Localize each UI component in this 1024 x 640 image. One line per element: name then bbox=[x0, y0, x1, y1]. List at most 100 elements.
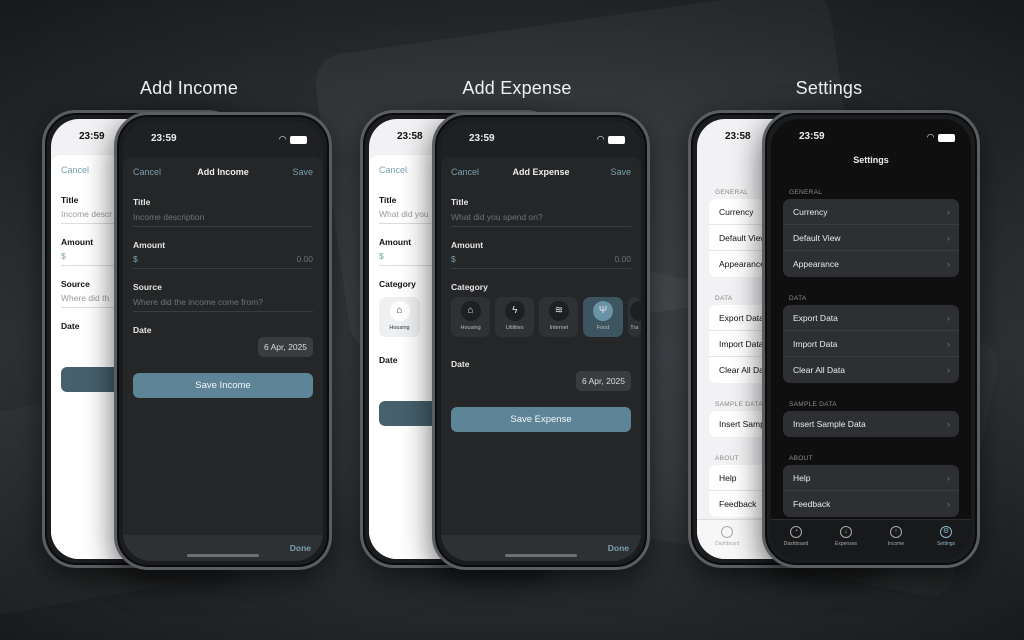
nav-title: Settings bbox=[853, 155, 889, 165]
tab-dashboard[interactable]: ◔ Dashboard bbox=[774, 526, 818, 559]
tab-bar: ◔ Dashboard ↓ Expenses ↑ Income ⚙ Settings bbox=[771, 519, 971, 559]
cancel-button[interactable]: Cancel bbox=[379, 165, 407, 175]
row-import-data[interactable]: Import Data › bbox=[783, 331, 959, 357]
section-title-settings: Settings bbox=[795, 78, 863, 98]
chevron-right-icon: › bbox=[947, 499, 950, 509]
settings-group-sample: Insert Sample Data › bbox=[783, 411, 959, 437]
category-label: Tra bbox=[630, 325, 639, 331]
wifi-icon: ◠ bbox=[927, 132, 934, 142]
category-label: Utilities bbox=[505, 325, 524, 331]
title-label: Title bbox=[451, 197, 469, 207]
status-time: 23:59 bbox=[151, 133, 177, 144]
settings-group-data: Export Data › Import Data › Clear All Data… bbox=[783, 305, 959, 383]
row-label: Export Data bbox=[793, 313, 838, 323]
save-nav-button[interactable]: Save bbox=[610, 167, 631, 177]
row-help[interactable]: Help › bbox=[783, 465, 959, 491]
save-income-button[interactable]: Save Income bbox=[133, 373, 313, 398]
source-label: Source bbox=[133, 282, 162, 292]
tab-label: Dashboard bbox=[783, 541, 809, 547]
tab-dashboard[interactable]: Dashboard bbox=[705, 526, 749, 559]
category-label: Category bbox=[379, 279, 416, 289]
section-title-income: Add Income bbox=[139, 78, 239, 98]
category-label-housing: Housing bbox=[389, 325, 410, 331]
chevron-right-icon: › bbox=[947, 233, 950, 243]
row-appearance[interactable]: Appearance › bbox=[783, 251, 959, 277]
car-icon bbox=[629, 301, 641, 321]
fork-knife-icon: Ψ bbox=[593, 301, 614, 321]
wifi-icon: ◠ bbox=[279, 134, 286, 144]
status-time: 23:58 bbox=[725, 131, 751, 142]
category-label: Food bbox=[596, 325, 610, 331]
title-label: Title bbox=[379, 195, 397, 205]
amount-input[interactable]: $ 0.00 bbox=[133, 254, 313, 269]
tab-settings[interactable]: ⚙ Settings bbox=[924, 526, 968, 559]
done-button[interactable]: Done bbox=[290, 543, 311, 553]
category-label: Category bbox=[451, 282, 488, 292]
settings-group-general: Currency › Default View › Appearance › bbox=[783, 199, 959, 277]
expense-front-phone: 23:59 ◠ Cancel Add Expense Save Title Wh… bbox=[432, 112, 650, 570]
row-label: Currency bbox=[793, 207, 828, 217]
row-label: Help bbox=[793, 473, 811, 483]
income-front-screen: 23:59 ◠ Cancel Add Income Save Title Inc… bbox=[123, 121, 323, 561]
category-transport[interactable]: Tra bbox=[627, 297, 641, 337]
row-label: Appearance bbox=[793, 259, 839, 269]
date-label: Date bbox=[133, 325, 152, 335]
category-list: ⌂ Housing ϟ Utilities ≋ Internet Ψ Food Tra bbox=[451, 297, 641, 337]
category-utilities[interactable]: ϟ Utilities bbox=[495, 297, 535, 337]
gear-icon: ⚙ bbox=[940, 526, 952, 538]
wifi-icon: ≋ bbox=[548, 301, 569, 321]
group-title-about: ABOUT bbox=[715, 455, 739, 462]
row-export-data[interactable]: Export Data › bbox=[783, 305, 959, 331]
group-title-general: GENERAL bbox=[789, 189, 823, 196]
save-nav-button[interactable]: Save bbox=[292, 167, 313, 177]
title-input[interactable]: Income description bbox=[133, 212, 313, 227]
currency-symbol: $ bbox=[379, 251, 384, 261]
date-picker[interactable]: 6 Apr, 2025 bbox=[257, 337, 313, 357]
amount-input[interactable]: $ 0.00 bbox=[451, 254, 631, 269]
nav-title: Add Income bbox=[197, 167, 249, 177]
status-time: 23:59 bbox=[79, 131, 105, 142]
tab-expenses[interactable]: ↓ Expenses bbox=[824, 526, 868, 559]
nav-title: Add Expense bbox=[512, 167, 570, 177]
row-label: Feedback bbox=[793, 499, 831, 509]
cancel-button[interactable]: Cancel bbox=[61, 165, 89, 175]
row-insert-sample[interactable]: Insert Sample Data › bbox=[783, 411, 959, 437]
status-time: 23:59 bbox=[469, 133, 495, 144]
done-button[interactable]: Done bbox=[608, 543, 629, 553]
battery-icon bbox=[938, 133, 955, 142]
date-picker[interactable]: 6 Apr, 2025 bbox=[575, 371, 631, 391]
arrow-up-circle-icon: ↑ bbox=[890, 526, 902, 538]
source-input[interactable]: Where did the income come from? bbox=[133, 297, 313, 312]
title-input[interactable]: What did you spend on? bbox=[451, 212, 631, 227]
tab-label: Income bbox=[887, 541, 905, 547]
row-currency[interactable]: Currency › bbox=[783, 199, 959, 225]
status-time: 23:58 bbox=[397, 131, 423, 142]
row-default-view[interactable]: Default View › bbox=[783, 225, 959, 251]
income-front-phone: 23:59 ◠ Cancel Add Income Save Title Inc… bbox=[114, 112, 332, 570]
battery-icon bbox=[608, 135, 625, 144]
tab-income[interactable]: ↑ Income bbox=[874, 526, 918, 559]
battery-icon bbox=[290, 135, 307, 144]
dashboard-icon: ◔ bbox=[790, 526, 802, 538]
group-title-data: DATA bbox=[715, 295, 733, 302]
expense-front-screen: 23:59 ◠ Cancel Add Expense Save Title Wh… bbox=[441, 121, 641, 561]
group-title-sample: SAMPLE DATA bbox=[789, 401, 837, 408]
category-housing[interactable]: ⌂ Housing bbox=[451, 297, 491, 337]
chevron-right-icon: › bbox=[947, 365, 950, 375]
category-internet[interactable]: ≋ Internet bbox=[539, 297, 579, 337]
category-housing[interactable]: ⌂ Housing bbox=[379, 297, 420, 337]
row-label: Clear All Data bbox=[793, 365, 845, 375]
chevron-right-icon: › bbox=[947, 339, 950, 349]
chevron-right-icon: › bbox=[947, 259, 950, 269]
currency-symbol: $ bbox=[61, 251, 66, 261]
house-icon: ⌂ bbox=[460, 301, 481, 321]
row-clear-data[interactable]: Clear All Data › bbox=[783, 357, 959, 383]
row-label: Import Data bbox=[793, 339, 838, 349]
category-food[interactable]: Ψ Food bbox=[583, 297, 623, 337]
settings-group-about: Help › Feedback › bbox=[783, 465, 959, 517]
save-expense-button[interactable]: Save Expense bbox=[451, 407, 631, 432]
row-feedback[interactable]: Feedback › bbox=[783, 491, 959, 517]
group-title-general: GENERAL bbox=[715, 189, 749, 196]
tab-label: Expenses bbox=[835, 541, 857, 547]
date-label: Date bbox=[451, 359, 470, 369]
